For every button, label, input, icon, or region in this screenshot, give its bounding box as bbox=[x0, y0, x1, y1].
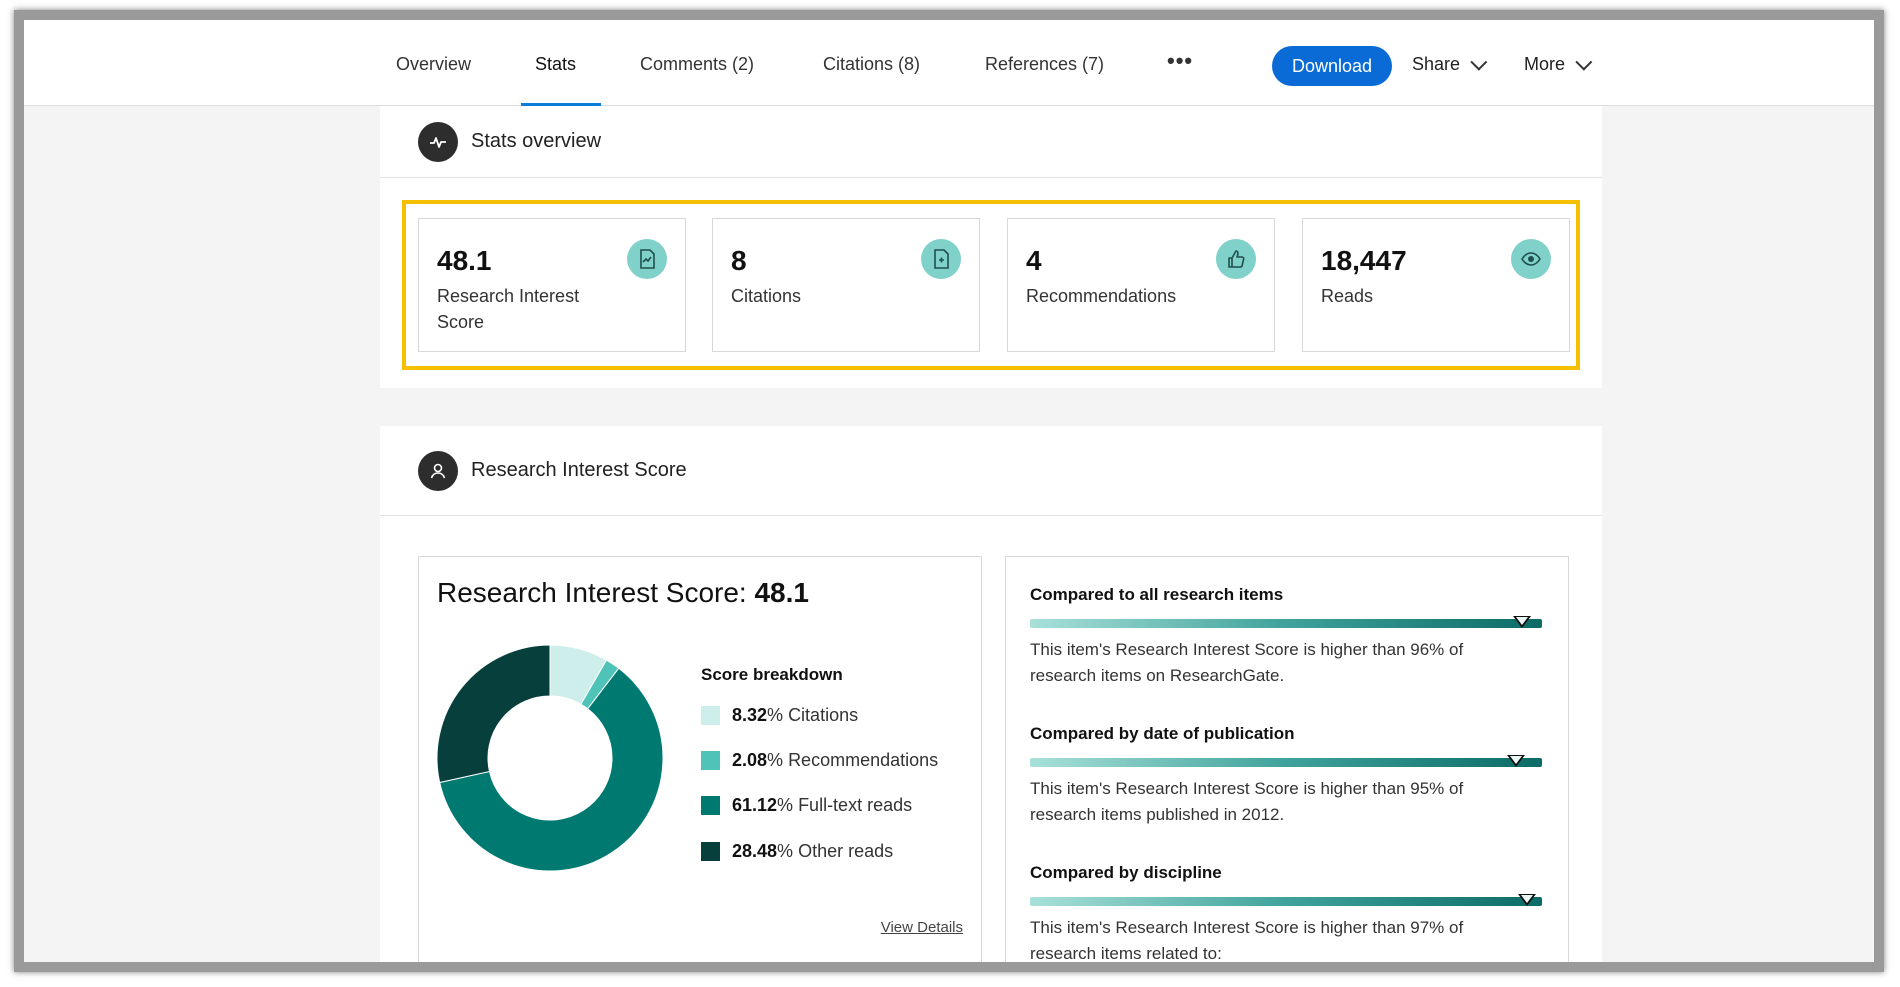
ris-header: Research Interest Score bbox=[380, 426, 1602, 516]
legend-swatch bbox=[701, 751, 720, 770]
legend-item: 2.08% Recommendations bbox=[701, 750, 938, 771]
comparison-panel: Compared to all research items This item… bbox=[1005, 556, 1569, 963]
ris-heading: Research Interest Score: 48.1 bbox=[437, 577, 809, 609]
legend-pct: 2.08 bbox=[732, 750, 768, 770]
section-title: Research Interest Score bbox=[471, 459, 687, 481]
stat-value: 4 bbox=[1026, 245, 1042, 276]
tab-comments[interactable]: Comments (2) bbox=[640, 54, 754, 75]
stats-overview-header: Stats overview bbox=[380, 106, 1602, 178]
stat-value: 18,447 bbox=[1321, 245, 1407, 276]
percentile-marker-icon bbox=[1517, 894, 1536, 906]
legend-swatch bbox=[701, 706, 720, 725]
user-icon bbox=[418, 450, 458, 491]
legend-label: Full-text reads bbox=[798, 795, 913, 815]
screenshot-frame: Overview Stats Comments (2) Citations (8… bbox=[14, 10, 1884, 972]
view-details-link[interactable]: View Details bbox=[881, 919, 963, 936]
eye-icon bbox=[1511, 239, 1551, 279]
tab-stats[interactable]: Stats bbox=[535, 54, 576, 75]
percentile-bar bbox=[1030, 619, 1542, 628]
stat-value: 48.1 bbox=[437, 245, 492, 276]
legend-swatch bbox=[701, 796, 720, 815]
top-navigation: Overview Stats Comments (2) Citations (8… bbox=[24, 20, 1874, 106]
legend-item: 8.32% Citations bbox=[701, 705, 858, 726]
research-interest-card: Research Interest Score Research Interes… bbox=[380, 426, 1602, 963]
share-dropdown[interactable]: Share bbox=[1412, 53, 1488, 75]
chevron-down-icon bbox=[1470, 53, 1488, 71]
legend-swatch bbox=[701, 842, 720, 861]
comparison-title: Compared by discipline bbox=[1030, 863, 1222, 882]
more-dropdown[interactable]: More bbox=[1524, 53, 1593, 75]
research-score-icon bbox=[627, 239, 667, 279]
activity-icon bbox=[418, 121, 458, 162]
legend-pct: 61.12 bbox=[732, 795, 778, 815]
stat-value: 8 bbox=[731, 245, 747, 276]
legend-label: Other reads bbox=[798, 841, 894, 861]
thumbs-up-icon bbox=[1216, 239, 1256, 279]
more-label: More bbox=[1524, 54, 1566, 74]
tab-overview[interactable]: Overview bbox=[396, 54, 471, 75]
comparison-title: Compared by date of publication bbox=[1030, 724, 1295, 743]
percentile-marker-icon bbox=[1512, 616, 1531, 628]
stat-label: Recommendations bbox=[1026, 286, 1177, 306]
score-donut-chart bbox=[437, 645, 663, 871]
legend-pct: 8.32 bbox=[732, 705, 768, 725]
share-label: Share bbox=[1412, 54, 1461, 74]
percentile-bar bbox=[1030, 758, 1542, 767]
donut-slice-other-reads bbox=[437, 645, 551, 784]
tab-references[interactable]: References (7) bbox=[985, 54, 1104, 75]
stat-tile-reads[interactable]: 18,447 Reads bbox=[1302, 218, 1570, 352]
legend-title: Score breakdown bbox=[701, 665, 843, 684]
ris-heading-value: 48.1 bbox=[754, 577, 809, 608]
score-breakdown-panel: Research Interest Score: 48.1 Score brea… bbox=[418, 556, 982, 962]
stat-label: Reads bbox=[1321, 286, 1374, 306]
stat-tile-recommendations[interactable]: 4 Recommendations bbox=[1007, 218, 1275, 352]
legend-label: Recommendations bbox=[788, 750, 939, 770]
comparison-text: This item's Research Interest Score is h… bbox=[1030, 640, 1464, 685]
legend-pct: 28.48 bbox=[732, 841, 778, 861]
legend-item: 61.12% Full-text reads bbox=[701, 795, 912, 816]
ris-heading-prefix: Research Interest Score: bbox=[437, 577, 755, 608]
comparison-text: This item's Research Interest Score is h… bbox=[1030, 779, 1464, 824]
citation-doc-icon bbox=[921, 239, 961, 279]
download-button[interactable]: Download bbox=[1272, 46, 1392, 86]
percentile-bar bbox=[1030, 897, 1542, 906]
comparison-text: This item's Research Interest Score is h… bbox=[1030, 918, 1464, 963]
legend-label: Citations bbox=[788, 705, 859, 725]
stat-tile-citations[interactable]: 8 Citations bbox=[712, 218, 980, 352]
percentile-marker-icon bbox=[1507, 755, 1526, 767]
stats-overview-card: Stats overview 48.1 Research Interest Sc… bbox=[380, 106, 1602, 388]
stat-tile-research-interest[interactable]: 48.1 Research Interest Score bbox=[418, 218, 686, 352]
comparison-title: Compared to all research items bbox=[1030, 585, 1284, 604]
stat-label: Citations bbox=[731, 286, 802, 306]
stat-label: Research Interest Score bbox=[437, 286, 580, 332]
legend-item: 28.48% Other reads bbox=[701, 841, 893, 862]
tab-citations[interactable]: Citations (8) bbox=[823, 54, 920, 75]
section-title: Stats overview bbox=[471, 130, 602, 152]
more-tabs-button[interactable]: ••• bbox=[1167, 48, 1193, 74]
chevron-down-icon bbox=[1575, 53, 1593, 71]
